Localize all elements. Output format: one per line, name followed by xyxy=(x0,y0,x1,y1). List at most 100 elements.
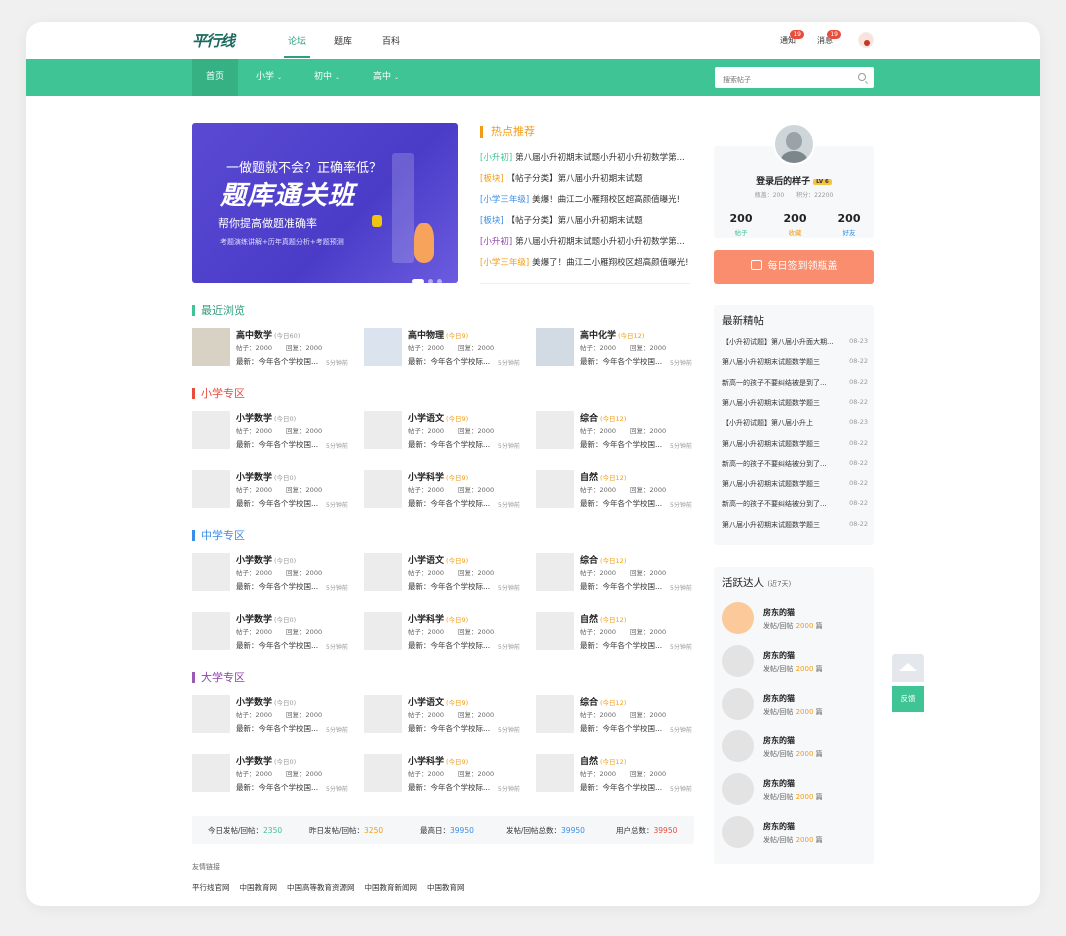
forum-name[interactable]: 小学语文 (今日9) xyxy=(408,411,468,424)
forum-name[interactable]: 小学科学 (今日9) xyxy=(408,612,468,625)
forum-name[interactable]: 综合 (今日12) xyxy=(580,695,626,708)
latest-post-item[interactable]: 第八届小升初期末试题数学题三 08-22 xyxy=(722,398,868,408)
active-user-name[interactable]: 房东的猫 xyxy=(763,821,795,832)
forum-item[interactable]: 高中数学 (今日60) 帖子：2000 回复：2000 最新：今年各个学校国... 5分钟… xyxy=(192,328,352,368)
friend-link[interactable]: 中国教育网 xyxy=(427,883,465,892)
promo-banner[interactable]: 一做题就不会？正确率低？ 题库通关班 帮你提高做题准确率 考题演练讲解+历年真题… xyxy=(192,123,458,283)
hot-item-tag[interactable]: [小升初] xyxy=(480,153,512,163)
forum-thumbnail[interactable] xyxy=(536,553,574,591)
forum-item[interactable]: 高中物理 (今日9) 帖子：2000 回复：2000 最新：今年各个学校际... 5分钟前 xyxy=(364,328,524,368)
forum-thumbnail[interactable] xyxy=(536,411,574,449)
latest-post-item[interactable]: 第八届小升初期末试题数学题三 08-22 xyxy=(722,479,868,489)
daily-signin-button[interactable]: 每日签到领瓶盖 xyxy=(714,250,874,284)
active-user-avatar[interactable] xyxy=(722,816,754,848)
forum-name[interactable]: 自然 (今日12) xyxy=(580,612,626,625)
forum-name[interactable]: 小学语文 (今日9) xyxy=(408,553,468,566)
forum-thumbnail[interactable] xyxy=(536,612,574,650)
notifications-link[interactable]: 通知 19 xyxy=(780,30,804,46)
forum-item[interactable]: 综合 (今日12) 帖子：2000 回复：2000 最新：今年各个学校国... 5分钟前 xyxy=(536,553,696,593)
friend-link[interactable]: 中国教育网 xyxy=(240,883,278,892)
forum-name[interactable]: 小学科学 (今日9) xyxy=(408,470,468,483)
forum-item[interactable]: 综合 (今日12) 帖子：2000 回复：2000 最新：今年各个学校国... 5分钟前 xyxy=(536,695,696,735)
active-user-name[interactable]: 房东的猫 xyxy=(763,650,795,661)
active-user-avatar[interactable] xyxy=(722,730,754,763)
forum-thumbnail[interactable] xyxy=(364,695,402,733)
forum-name[interactable]: 自然 (今日12) xyxy=(580,470,626,483)
active-user-item[interactable]: 房东的猫 发帖/回帖 2000 篇 xyxy=(722,816,868,850)
latest-post-item[interactable]: 【小升初试题】第八届小升上 08-23 xyxy=(722,418,868,428)
forum-thumbnail[interactable] xyxy=(364,470,402,508)
forum-thumbnail[interactable] xyxy=(192,470,230,508)
forum-item[interactable]: 小学科学 (今日9) 帖子：2000 回复：2000 最新：今年各个学校际... 5分钟前 xyxy=(364,612,524,652)
profile-stat[interactable]: 200 好友 xyxy=(824,212,874,237)
forum-thumbnail[interactable] xyxy=(536,470,574,508)
active-user-item[interactable]: 房东的猫 发帖/回帖 2000 篇 xyxy=(722,687,868,722)
forum-name[interactable]: 高中物理 (今日9) xyxy=(408,328,468,341)
forum-item[interactable]: 小学语文 (今日9) 帖子：2000 回复：2000 最新：今年各个学校际... 5分钟前 xyxy=(364,695,524,735)
hot-item-tag[interactable]: [小学三年级] xyxy=(480,195,529,205)
forum-thumbnail[interactable] xyxy=(192,754,230,792)
hot-item[interactable]: [小升初] 第八届小升初期末试题小升初小升初数学第... xyxy=(480,151,690,172)
hot-item[interactable]: [小学三年级] 美爆了！曲江二小雁翔校区超高颜值曝光! xyxy=(480,256,690,277)
latest-post-item[interactable]: 新高一的孩子不要纠结被分到了... 08-22 xyxy=(722,499,868,509)
forum-name[interactable]: 小学数学 (今日0) xyxy=(236,612,296,625)
active-user-name[interactable]: 房东的猫 xyxy=(763,693,795,704)
forum-item[interactable]: 小学数学 (今日0) 帖子：2000 回复：2000 最新：今年各个学校国... 5分钟前 xyxy=(192,553,352,593)
forum-thumbnail[interactable] xyxy=(364,411,402,449)
search-icon[interactable] xyxy=(858,73,866,81)
tab-encyclopedia[interactable]: 百科 xyxy=(382,34,400,47)
forum-thumbnail[interactable] xyxy=(364,553,402,591)
carousel-dot[interactable] xyxy=(412,279,424,283)
hot-item-tag[interactable]: [板块] xyxy=(480,174,504,184)
forum-thumbnail[interactable] xyxy=(192,553,230,591)
forum-name[interactable]: 小学数学 (今日0) xyxy=(236,695,296,708)
search-input[interactable] xyxy=(715,69,835,91)
hot-item-tag[interactable]: [板块] xyxy=(480,216,504,226)
site-logo[interactable]: 平行线 xyxy=(192,30,235,51)
hot-item[interactable]: [小学三年级] 美爆！曲江二小雁翔校区超高颜值曝光! xyxy=(480,193,690,214)
forum-thumbnail[interactable] xyxy=(364,754,402,792)
forum-name[interactable]: 小学数学 (今日0) xyxy=(236,754,296,767)
forum-item[interactable]: 小学数学 (今日0) 帖子：2000 回复：2000 最新：今年各个学校国... 5分钟前 xyxy=(192,470,352,510)
active-user-item[interactable]: 房东的猫 发帖/回帖 2000 篇 xyxy=(722,644,868,679)
hot-item-tag[interactable]: [小升初] xyxy=(480,237,512,247)
forum-name[interactable]: 小学数学 (今日0) xyxy=(236,553,296,566)
user-avatar[interactable] xyxy=(858,32,874,48)
forum-item[interactable]: 小学语文 (今日9) 帖子：2000 回复：2000 最新：今年各个学校际... 5分钟前 xyxy=(364,553,524,593)
forum-item[interactable]: 小学数学 (今日0) 帖子：2000 回复：2000 最新：今年各个学校国... 5分钟前 xyxy=(192,754,352,794)
forum-item[interactable]: 小学科学 (今日9) 帖子：2000 回复：2000 最新：今年各个学校际... 5分钟前 xyxy=(364,754,524,794)
forum-name[interactable]: 小学语文 (今日9) xyxy=(408,695,468,708)
latest-post-item[interactable]: 【小升初试题】第八届小升面大期... 08-23 xyxy=(722,337,868,347)
forum-name[interactable]: 综合 (今日12) xyxy=(580,411,626,424)
forum-name[interactable]: 自然 (今日12) xyxy=(580,754,626,767)
active-user-name[interactable]: 房东的猫 xyxy=(763,778,795,789)
forum-item[interactable]: 自然 (今日12) 帖子：2000 回复：2000 最新：今年各个学校国... 5分钟前 xyxy=(536,612,696,652)
latest-post-item[interactable]: 第八届小升初期末试题数学题三 08-22 xyxy=(722,439,868,449)
feedback-button[interactable]: 反馈 xyxy=(892,686,924,712)
latest-post-item[interactable]: 第八届小升初期末试题数学题三 08-22 xyxy=(722,520,868,530)
forum-item[interactable]: 自然 (今日12) 帖子：2000 回复：2000 最新：今年各个学校国... 5分钟前 xyxy=(536,754,696,794)
forum-name[interactable]: 小学数学 (今日0) xyxy=(236,470,296,483)
active-user-name[interactable]: 房东的猫 xyxy=(763,735,795,746)
profile-stat[interactable]: 200 帖子 xyxy=(716,212,766,237)
latest-post-item[interactable]: 第八届小升初期末试题数学题三 08-22 xyxy=(722,357,868,367)
forum-item[interactable]: 小学数学 (今日0) 帖子：2000 回复：2000 最新：今年各个学校国... 5分钟前 xyxy=(192,612,352,652)
forum-item[interactable]: 高中化学 (今日12) 帖子：2000 回复：2000 最新：今年各个学校国... 5分钟… xyxy=(536,328,696,368)
hot-item[interactable]: [板块] 【帖子分类】第八届小升初期末试题 xyxy=(480,172,690,193)
friend-link[interactable]: 中国高等教育资源网 xyxy=(287,883,355,892)
nav-senior[interactable]: 高中 ⌄ xyxy=(359,59,413,96)
forum-thumbnail[interactable] xyxy=(536,328,574,366)
messages-link[interactable]: 消息 19 xyxy=(817,30,841,46)
hot-item[interactable]: [小升初] 第八届小升初期末试题小升初小升初数学第... xyxy=(480,235,690,256)
tab-question-bank[interactable]: 题库 xyxy=(334,34,352,47)
forum-item[interactable]: 小学数学 (今日0) 帖子：2000 回复：2000 最新：今年各个学校国... 5分钟前 xyxy=(192,695,352,735)
forum-name[interactable]: 综合 (今日12) xyxy=(580,553,626,566)
forum-item[interactable]: 小学语文 (今日9) 帖子：2000 回复：2000 最新：今年各个学校际... 5分钟前 xyxy=(364,411,524,451)
forum-item[interactable]: 综合 (今日12) 帖子：2000 回复：2000 最新：今年各个学校国... 5分钟前 xyxy=(536,411,696,451)
carousel-dot[interactable] xyxy=(428,279,433,283)
forum-thumbnail[interactable] xyxy=(192,328,230,366)
forum-name[interactable]: 高中化学 (今日12) xyxy=(580,328,644,341)
forum-item[interactable]: 小学科学 (今日9) 帖子：2000 回复：2000 最新：今年各个学校际... 5分钟前 xyxy=(364,470,524,510)
forum-item[interactable]: 自然 (今日12) 帖子：2000 回复：2000 最新：今年各个学校国... 5分钟前 xyxy=(536,470,696,510)
latest-post-item[interactable]: 新高一的孩子不要纠结被分到了... 08-22 xyxy=(722,459,868,469)
